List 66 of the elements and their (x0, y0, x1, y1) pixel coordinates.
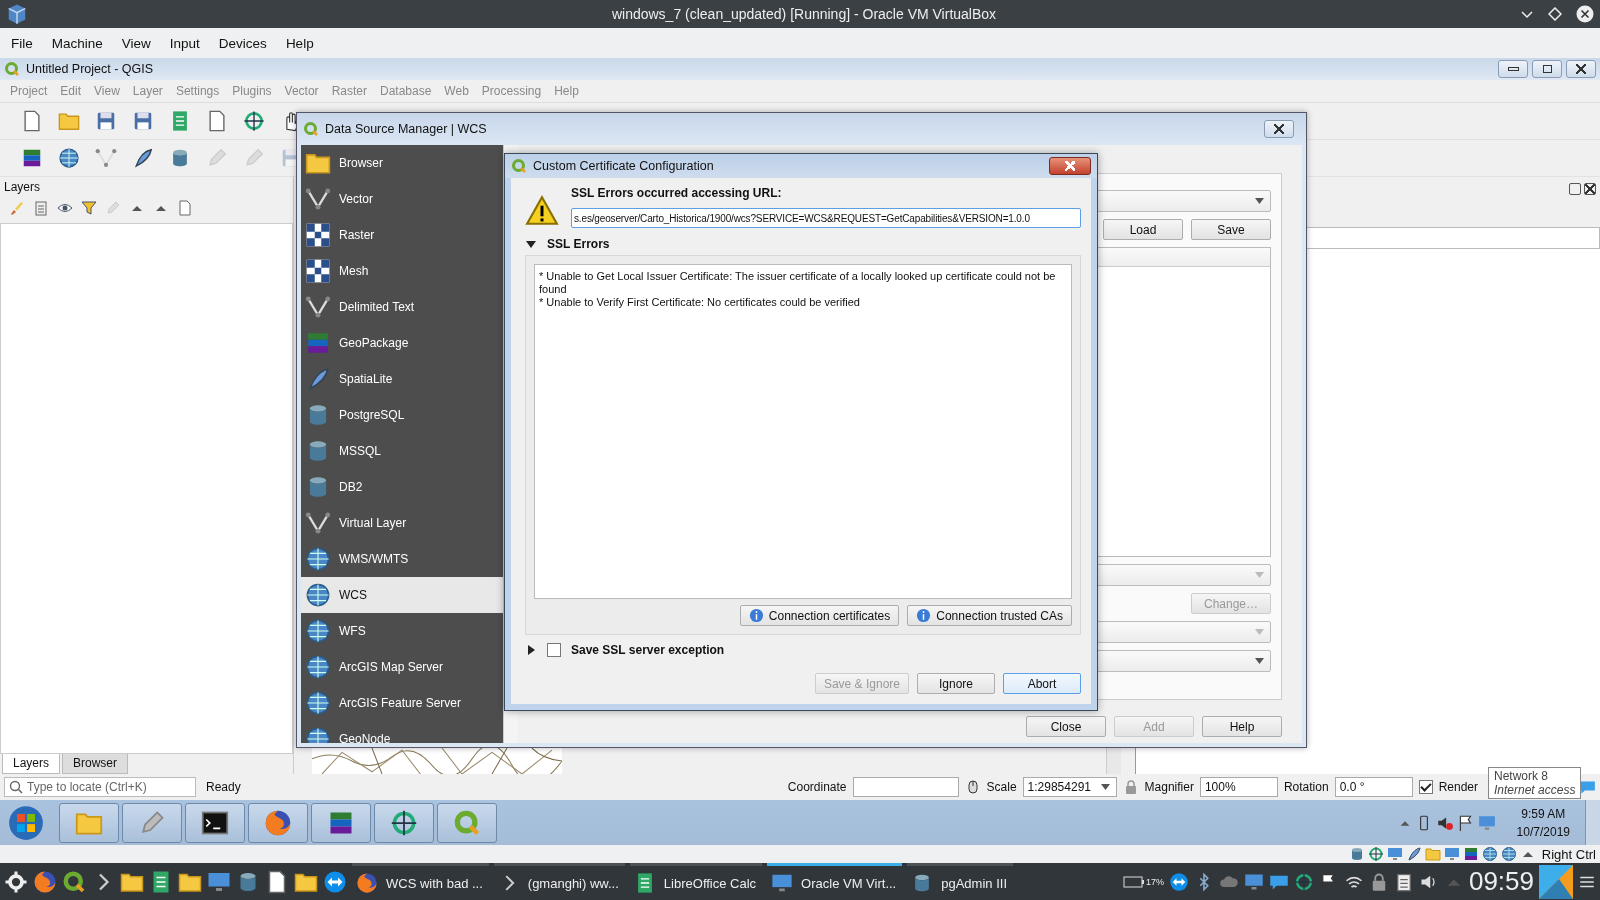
search-field[interactable]: Type to locate (Ctrl+K) (4, 777, 196, 797)
panel-tab[interactable]: Layers (2, 754, 61, 774)
clock-time[interactable]: 9:59 AM (1521, 804, 1566, 823)
task-button[interactable]: pgAdmin III (907, 863, 1013, 900)
dialog-button[interactable]: Abort (1003, 673, 1081, 694)
source-item[interactable]: WFS (301, 613, 503, 649)
source-item[interactable]: DB2 (301, 469, 503, 505)
info-button[interactable]: Connection certificates (739, 605, 900, 626)
field-label: Magnifier (1144, 780, 1194, 794)
menu-item[interactable]: View (114, 35, 163, 51)
source-item[interactable]: Mesh (301, 253, 503, 289)
source-item[interactable]: GeoPackage (301, 325, 503, 361)
panel-title: Layers (4, 180, 41, 194)
panel-tab[interactable]: Browser (62, 754, 129, 774)
battery-indicator[interactable]: 17% (1122, 874, 1164, 889)
task-button[interactable]: (gmanghi) ww... (493, 863, 625, 900)
dialog-title: Data Source Manager | WCS (325, 122, 487, 136)
source-item[interactable]: WCS (301, 577, 503, 613)
dialog-button[interactable]: Load (1103, 219, 1183, 240)
window-title: Untitled Project - QGIS (26, 62, 154, 76)
source-item[interactable]: Vector (301, 181, 503, 217)
rotation-spinbox[interactable]: 0.0 ° (1334, 777, 1413, 797)
error-message: * Unable to Get Local Issuer Certificate: The issuer certificate of a locally looked up certificate could not be found (539, 270, 1057, 296)
host-key-label: Right Ctrl (1541, 846, 1596, 862)
dialog-button[interactable]: Help (1202, 716, 1282, 737)
dialog-button[interactable]: Close (1026, 716, 1106, 737)
task-button[interactable]: Oracle VM Virt... (767, 863, 903, 900)
tooltip-title: Network 8 (1494, 769, 1550, 783)
field-label: Scale (986, 780, 1017, 794)
magnifier-spinbox[interactable]: 100% (1199, 777, 1278, 797)
tooltip-subtitle: Internet access (1494, 783, 1576, 797)
section-toggle[interactable]: SSL Errors (525, 228, 1081, 255)
source-item[interactable]: GeoNode (301, 721, 503, 743)
task-button[interactable]: WCS with bad ... (352, 863, 489, 900)
dialog-button[interactable]: Save (1191, 219, 1271, 240)
source-item[interactable]: WMS/WMTS (301, 541, 503, 577)
task-button[interactable]: LibreOffice Calc (629, 863, 763, 900)
clock[interactable]: 09:59 (1468, 866, 1534, 897)
source-item[interactable]: ArcGIS Map Server (301, 649, 503, 685)
url-field[interactable]: s.es/geoserver/Carto_Historica/1900/wcs?SERVICE=WCS&REQUEST=GetCapabilities&VERSION=1.0.0 (571, 208, 1081, 228)
source-item[interactable]: Delimited Text (301, 289, 503, 325)
clock-date[interactable]: 10/7/2019 (1516, 822, 1570, 841)
field-label: Coordinate (787, 780, 847, 794)
menu-item[interactable]: Machine (44, 35, 115, 51)
source-item[interactable]: PostgreSQL (301, 397, 503, 433)
menu-item[interactable]: Help (278, 35, 326, 51)
source-item[interactable]: Raster (301, 217, 503, 253)
error-message: * Unable to Verify First Certificate: No certificates could be verified (539, 296, 861, 309)
source-item[interactable]: SpatiaLite (301, 361, 503, 397)
info-button[interactable]: Connection trusted CAs (907, 605, 1072, 626)
menu-item[interactable]: File (4, 35, 45, 51)
scale-combo[interactable]: 1:29854291 (1022, 777, 1117, 797)
source-item[interactable]: MSSQL (301, 433, 503, 469)
window-title: windows_7 (clean_updated) [Running] - Oracle VM VirtualBox (610, 6, 998, 22)
menu-item[interactable]: Input (162, 35, 212, 51)
checkbox-label: Save SSL server exception (571, 643, 725, 657)
error-heading: SSL Errors occurred accessing URL: (571, 186, 783, 200)
source-item[interactable]: Virtual Layer (301, 505, 503, 541)
source-item[interactable]: ArcGIS Feature Server (301, 685, 503, 721)
dialog-button[interactable]: Ignore (917, 673, 995, 694)
field-label: Rotation (1283, 780, 1329, 794)
dialog-title: Custom Certificate Configuration (533, 159, 714, 173)
status-message: Ready (206, 780, 241, 794)
checkbox-label: Render (1438, 780, 1478, 794)
menu-item[interactable]: Devices (211, 35, 279, 51)
source-item[interactable]: Browser (301, 145, 503, 181)
